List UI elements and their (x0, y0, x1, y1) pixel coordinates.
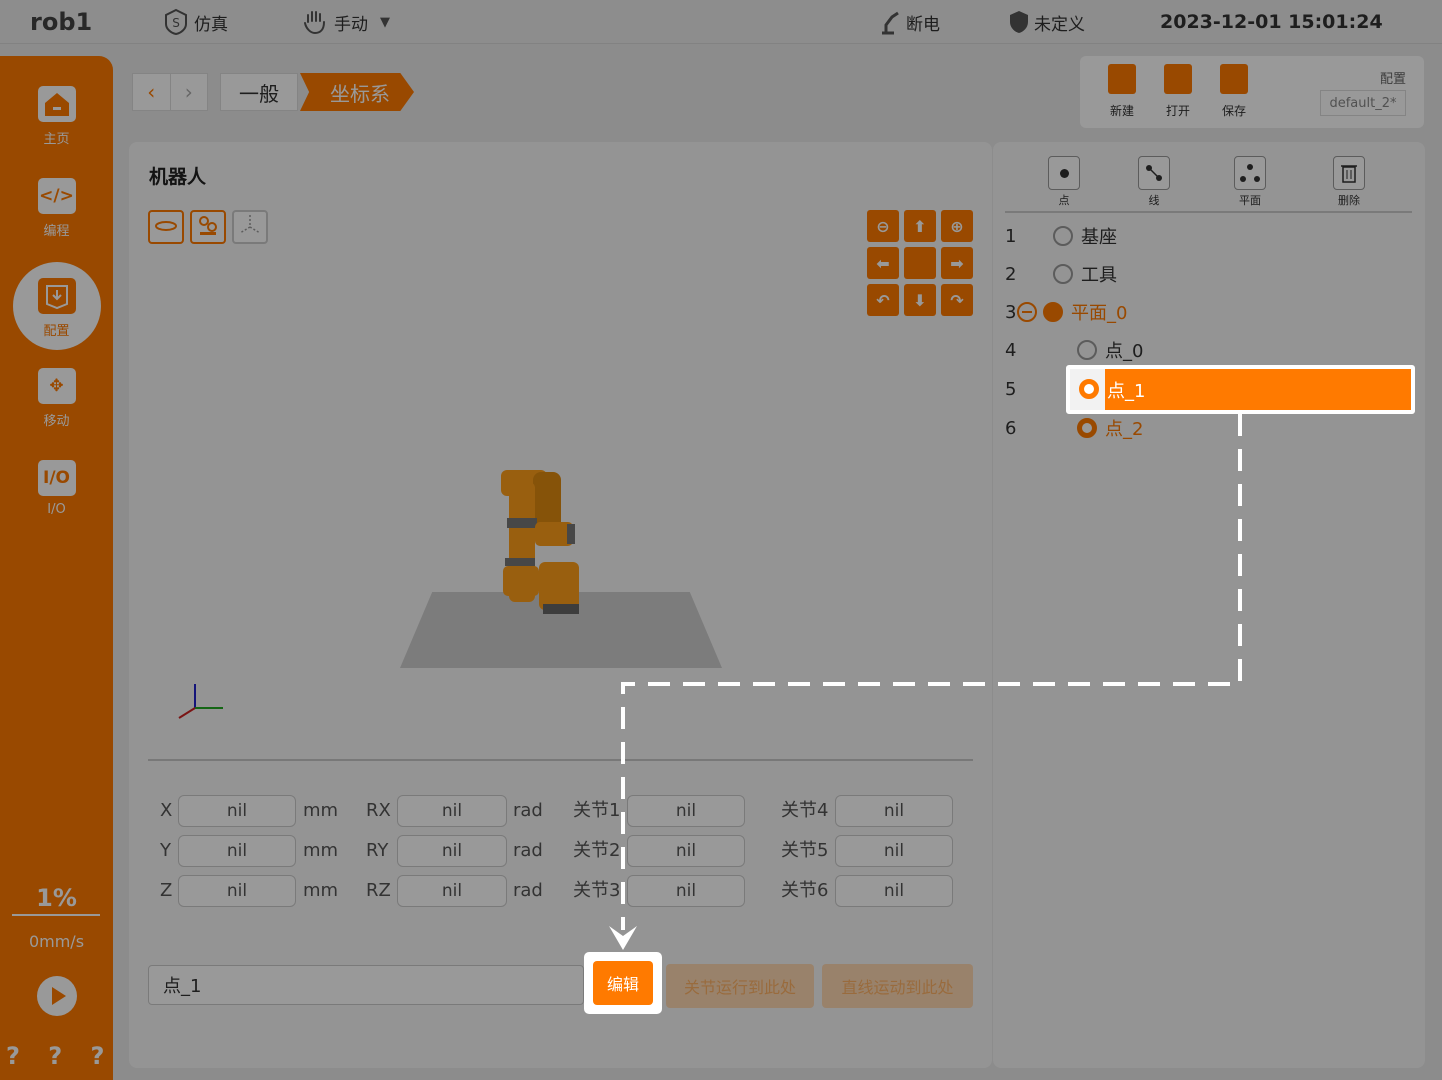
guide-path (609, 414, 1242, 950)
